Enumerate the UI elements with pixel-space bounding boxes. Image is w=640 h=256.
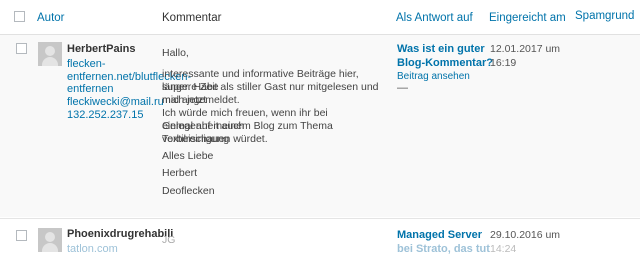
post-title-line-2[interactable]: Blog-Kommentar?	[397, 56, 493, 70]
comment-count: —	[397, 82, 408, 94]
table-header: Autor Kommentar Als Antwort auf Eingerei…	[0, 0, 640, 35]
submitted-time[interactable]: 14:24	[490, 242, 516, 256]
column-spam-reason[interactable]: Spamgrund	[575, 10, 634, 22]
comment-text-line: JG	[162, 234, 176, 246]
column-submitted[interactable]: Eingereicht am	[489, 12, 566, 24]
post-title-line-1[interactable]: Managed Server	[397, 228, 482, 242]
comment-text-line: Herbert	[162, 167, 198, 179]
submitted-date[interactable]: 12.01.2017 um	[490, 42, 560, 56]
post-title-line-2[interactable]: bei Strato, das tut	[397, 242, 490, 256]
comment-link[interactable]: Deoflecken	[162, 185, 384, 198]
submitted-time[interactable]: 16:19	[490, 56, 516, 70]
column-comment: Kommentar	[162, 12, 222, 24]
table-row: Phoenixdrugrehabili tatlon.com JG Manage…	[0, 218, 640, 256]
comment-text-line: mal angemeldet.	[162, 94, 240, 106]
comment-text-line: Hallo,	[162, 47, 189, 59]
author-url-line-1[interactable]: flecken-	[67, 58, 106, 71]
table-row: HerbertPains flecken- entfernen.net/blut…	[0, 35, 640, 217]
comment-text-line: vorbeischauen würdet.	[162, 133, 268, 145]
author-url[interactable]: tatlon.com	[67, 243, 118, 256]
column-in-response-to[interactable]: Als Antwort auf	[396, 12, 473, 24]
author-url-line-3[interactable]: entfernen	[67, 83, 113, 96]
avatar	[38, 42, 62, 66]
author-name: HerbertPains	[67, 43, 136, 55]
column-author[interactable]: Autor	[37, 12, 65, 24]
row-checkbox[interactable]	[16, 43, 27, 54]
post-title-line-1[interactable]: Was ist ein guter	[397, 42, 485, 56]
submitted-date[interactable]: 29.10.2016 um	[490, 228, 560, 242]
comment-text-line: Alles Liebe	[162, 150, 214, 162]
select-all-checkbox[interactable]	[14, 11, 25, 22]
author-ip[interactable]: 132.252.237.15	[67, 109, 143, 122]
avatar	[38, 228, 62, 252]
author-email[interactable]: fleckiwecki@mail.ru	[67, 96, 164, 109]
author-name: Phoenixdrugrehabili	[67, 228, 174, 240]
row-checkbox[interactable]	[16, 230, 27, 241]
